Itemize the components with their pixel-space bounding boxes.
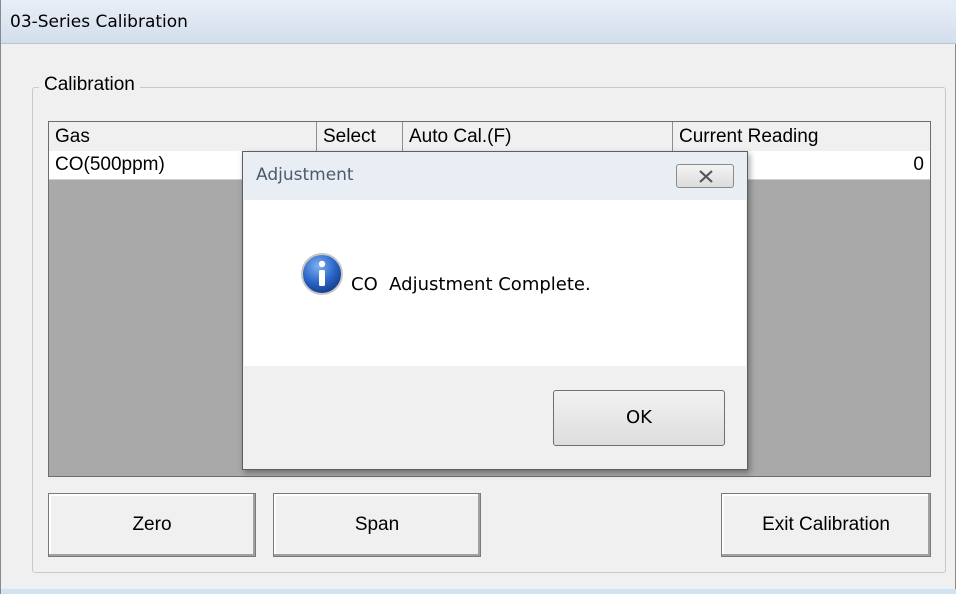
calibration-group-label: Calibration <box>39 74 140 96</box>
title-bar[interactable]: 03-Series Calibration <box>1 0 956 44</box>
column-header-select[interactable]: Select <box>317 122 403 151</box>
adjustment-dialog: Adjustment CO Adjustment Complete. OK <box>242 151 748 470</box>
dialog-title-bar[interactable]: Adjustment <box>243 152 747 200</box>
info-icon <box>301 253 343 295</box>
window-title: 03-Series Calibration <box>10 12 188 32</box>
ok-button[interactable]: OK <box>553 390 725 446</box>
span-button[interactable]: Span <box>273 493 481 557</box>
dialog-message: CO Adjustment Complete. <box>351 274 591 295</box>
zero-button[interactable]: Zero <box>48 493 256 557</box>
column-header-current-reading[interactable]: Current Reading <box>673 122 932 151</box>
close-button[interactable] <box>676 164 734 188</box>
dialog-title: Adjustment <box>256 165 354 185</box>
dialog-body: CO Adjustment Complete. <box>244 200 746 366</box>
grid-header: Gas Select Auto Cal.(F) Current Reading <box>49 122 930 152</box>
window-bottom-edge <box>1 589 956 594</box>
column-header-auto-cal[interactable]: Auto Cal.(F) <box>403 122 673 151</box>
exit-calibration-button[interactable]: Exit Calibration <box>721 493 931 557</box>
close-icon <box>699 170 713 183</box>
column-header-gas[interactable]: Gas <box>49 122 317 151</box>
